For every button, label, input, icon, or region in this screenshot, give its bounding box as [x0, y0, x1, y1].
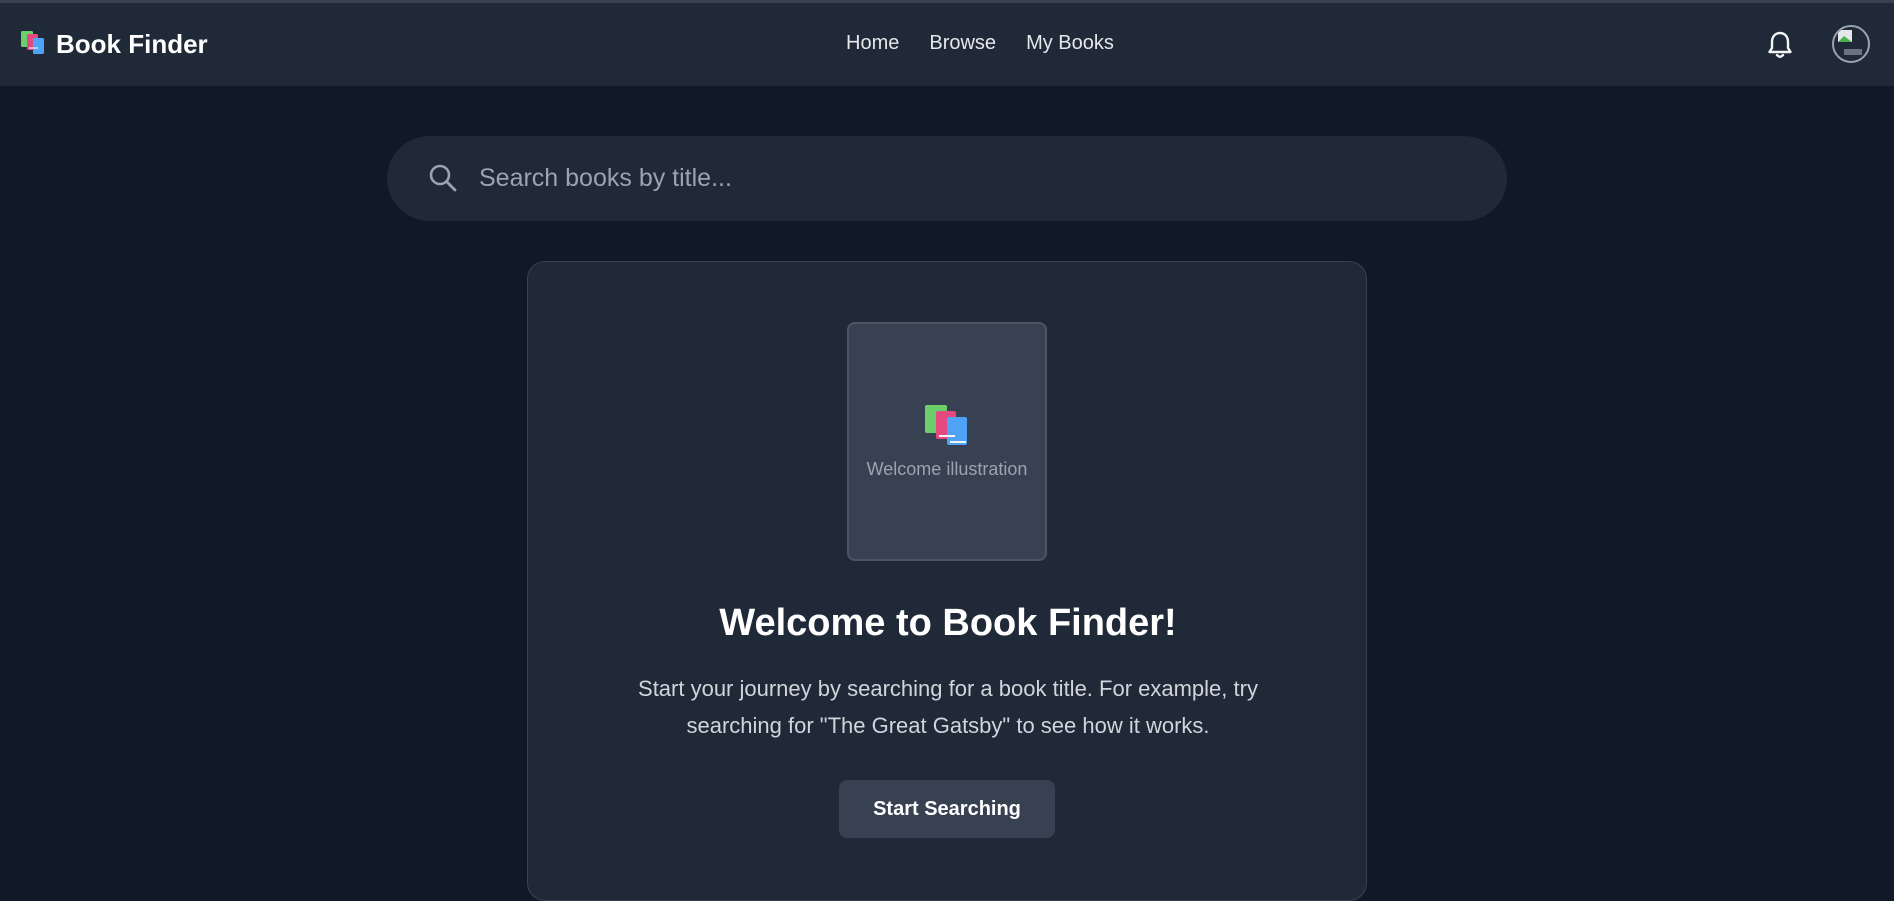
welcome-illustration: Welcome illustration: [847, 322, 1047, 561]
search-icon: [429, 164, 457, 192]
broken-image-icon: [1838, 30, 1862, 55]
start-searching-button[interactable]: Start Searching: [839, 780, 1055, 838]
welcome-title: Welcome to Book Finder!: [719, 602, 1177, 644]
user-avatar[interactable]: [1832, 25, 1870, 63]
brand-title: Book Finder: [56, 28, 208, 59]
nav-link-browse[interactable]: Browse: [929, 29, 996, 57]
search-bar[interactable]: [387, 136, 1507, 221]
main-nav: Home Browse My Books: [846, 29, 1114, 57]
nav-link-home[interactable]: Home: [846, 29, 899, 57]
search-input[interactable]: [479, 136, 1469, 221]
books-icon: [925, 405, 967, 445]
brand[interactable]: Book Finder: [20, 27, 208, 61]
nav-link-my-books[interactable]: My Books: [1026, 29, 1114, 57]
books-icon: [20, 29, 46, 60]
bell-icon: [1768, 31, 1792, 58]
illustration-caption: Welcome illustration: [866, 459, 1028, 479]
notifications-button[interactable]: [1766, 29, 1794, 61]
top-navbar: Book Finder Home Browse My Books: [0, 3, 1894, 86]
welcome-card: Welcome illustration Welcome to Book Fin…: [527, 261, 1367, 901]
welcome-description: Start your journey by searching for a bo…: [638, 676, 1258, 738]
